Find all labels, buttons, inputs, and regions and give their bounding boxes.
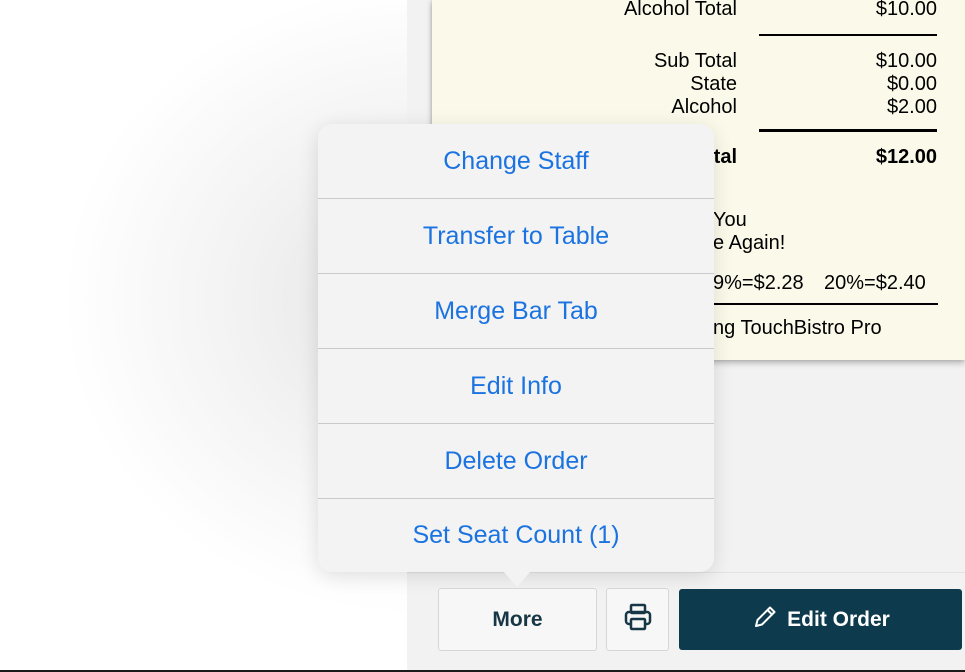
menu-item-change-staff[interactable]: Change Staff	[318, 124, 714, 198]
menu-item-merge-bar-tab[interactable]: Merge Bar Tab	[318, 274, 714, 348]
receipt-footer: ng TouchBistro Pro	[713, 317, 882, 339]
menu-item-edit-info[interactable]: Edit Info	[318, 349, 714, 423]
alcohol-total-label: Alcohol Total	[623, 0, 737, 20]
alcohol-total-row: Alcohol Total $10.00	[432, 0, 965, 21]
pencil-icon	[751, 603, 787, 637]
alcohol-tax-value: $2.00	[886, 96, 937, 118]
receipt-divider	[759, 129, 937, 132]
menu-item-delete-order[interactable]: Delete Order	[318, 424, 714, 498]
printer-icon	[623, 602, 653, 637]
tip-suggestion: 9%=$2.28	[713, 272, 804, 294]
receipt-divider	[700, 303, 938, 305]
print-button[interactable]	[606, 588, 669, 651]
alcohol-total-value: $10.00	[875, 0, 937, 20]
alcohol-tax-label: Alcohol	[671, 96, 737, 118]
receipt-divider	[759, 34, 937, 36]
sub-total-label: Sub Total	[653, 50, 737, 72]
sub-total-value: $10.00	[875, 50, 937, 72]
tip-suggestion-20: 20%=$2.40	[824, 272, 926, 294]
state-tax-value: $0.00	[886, 73, 937, 95]
more-button[interactable]: More	[438, 588, 597, 651]
menu-item-transfer-to-table[interactable]: Transfer to Table	[318, 199, 714, 273]
alcohol-tax-row: Alcohol $2.00	[432, 95, 965, 119]
state-tax-label: State	[690, 73, 737, 95]
toolbar-separator	[407, 572, 965, 573]
sub-total-row: Sub Total $10.00	[432, 49, 965, 73]
come-again-line: e Again!	[713, 232, 786, 254]
thank-you-line: You	[713, 209, 747, 231]
state-tax-row: State $0.00	[432, 72, 965, 96]
total-value: $12.00	[875, 146, 937, 168]
edit-order-button[interactable]: Edit Order	[679, 589, 962, 650]
popover-arrow	[503, 571, 531, 587]
edit-order-label: Edit Order	[787, 607, 890, 631]
menu-item-set-seat-count[interactable]: Set Seat Count (1)	[318, 498, 714, 572]
more-menu-popover: Change Staff Transfer to Table Merge Bar…	[318, 124, 714, 572]
